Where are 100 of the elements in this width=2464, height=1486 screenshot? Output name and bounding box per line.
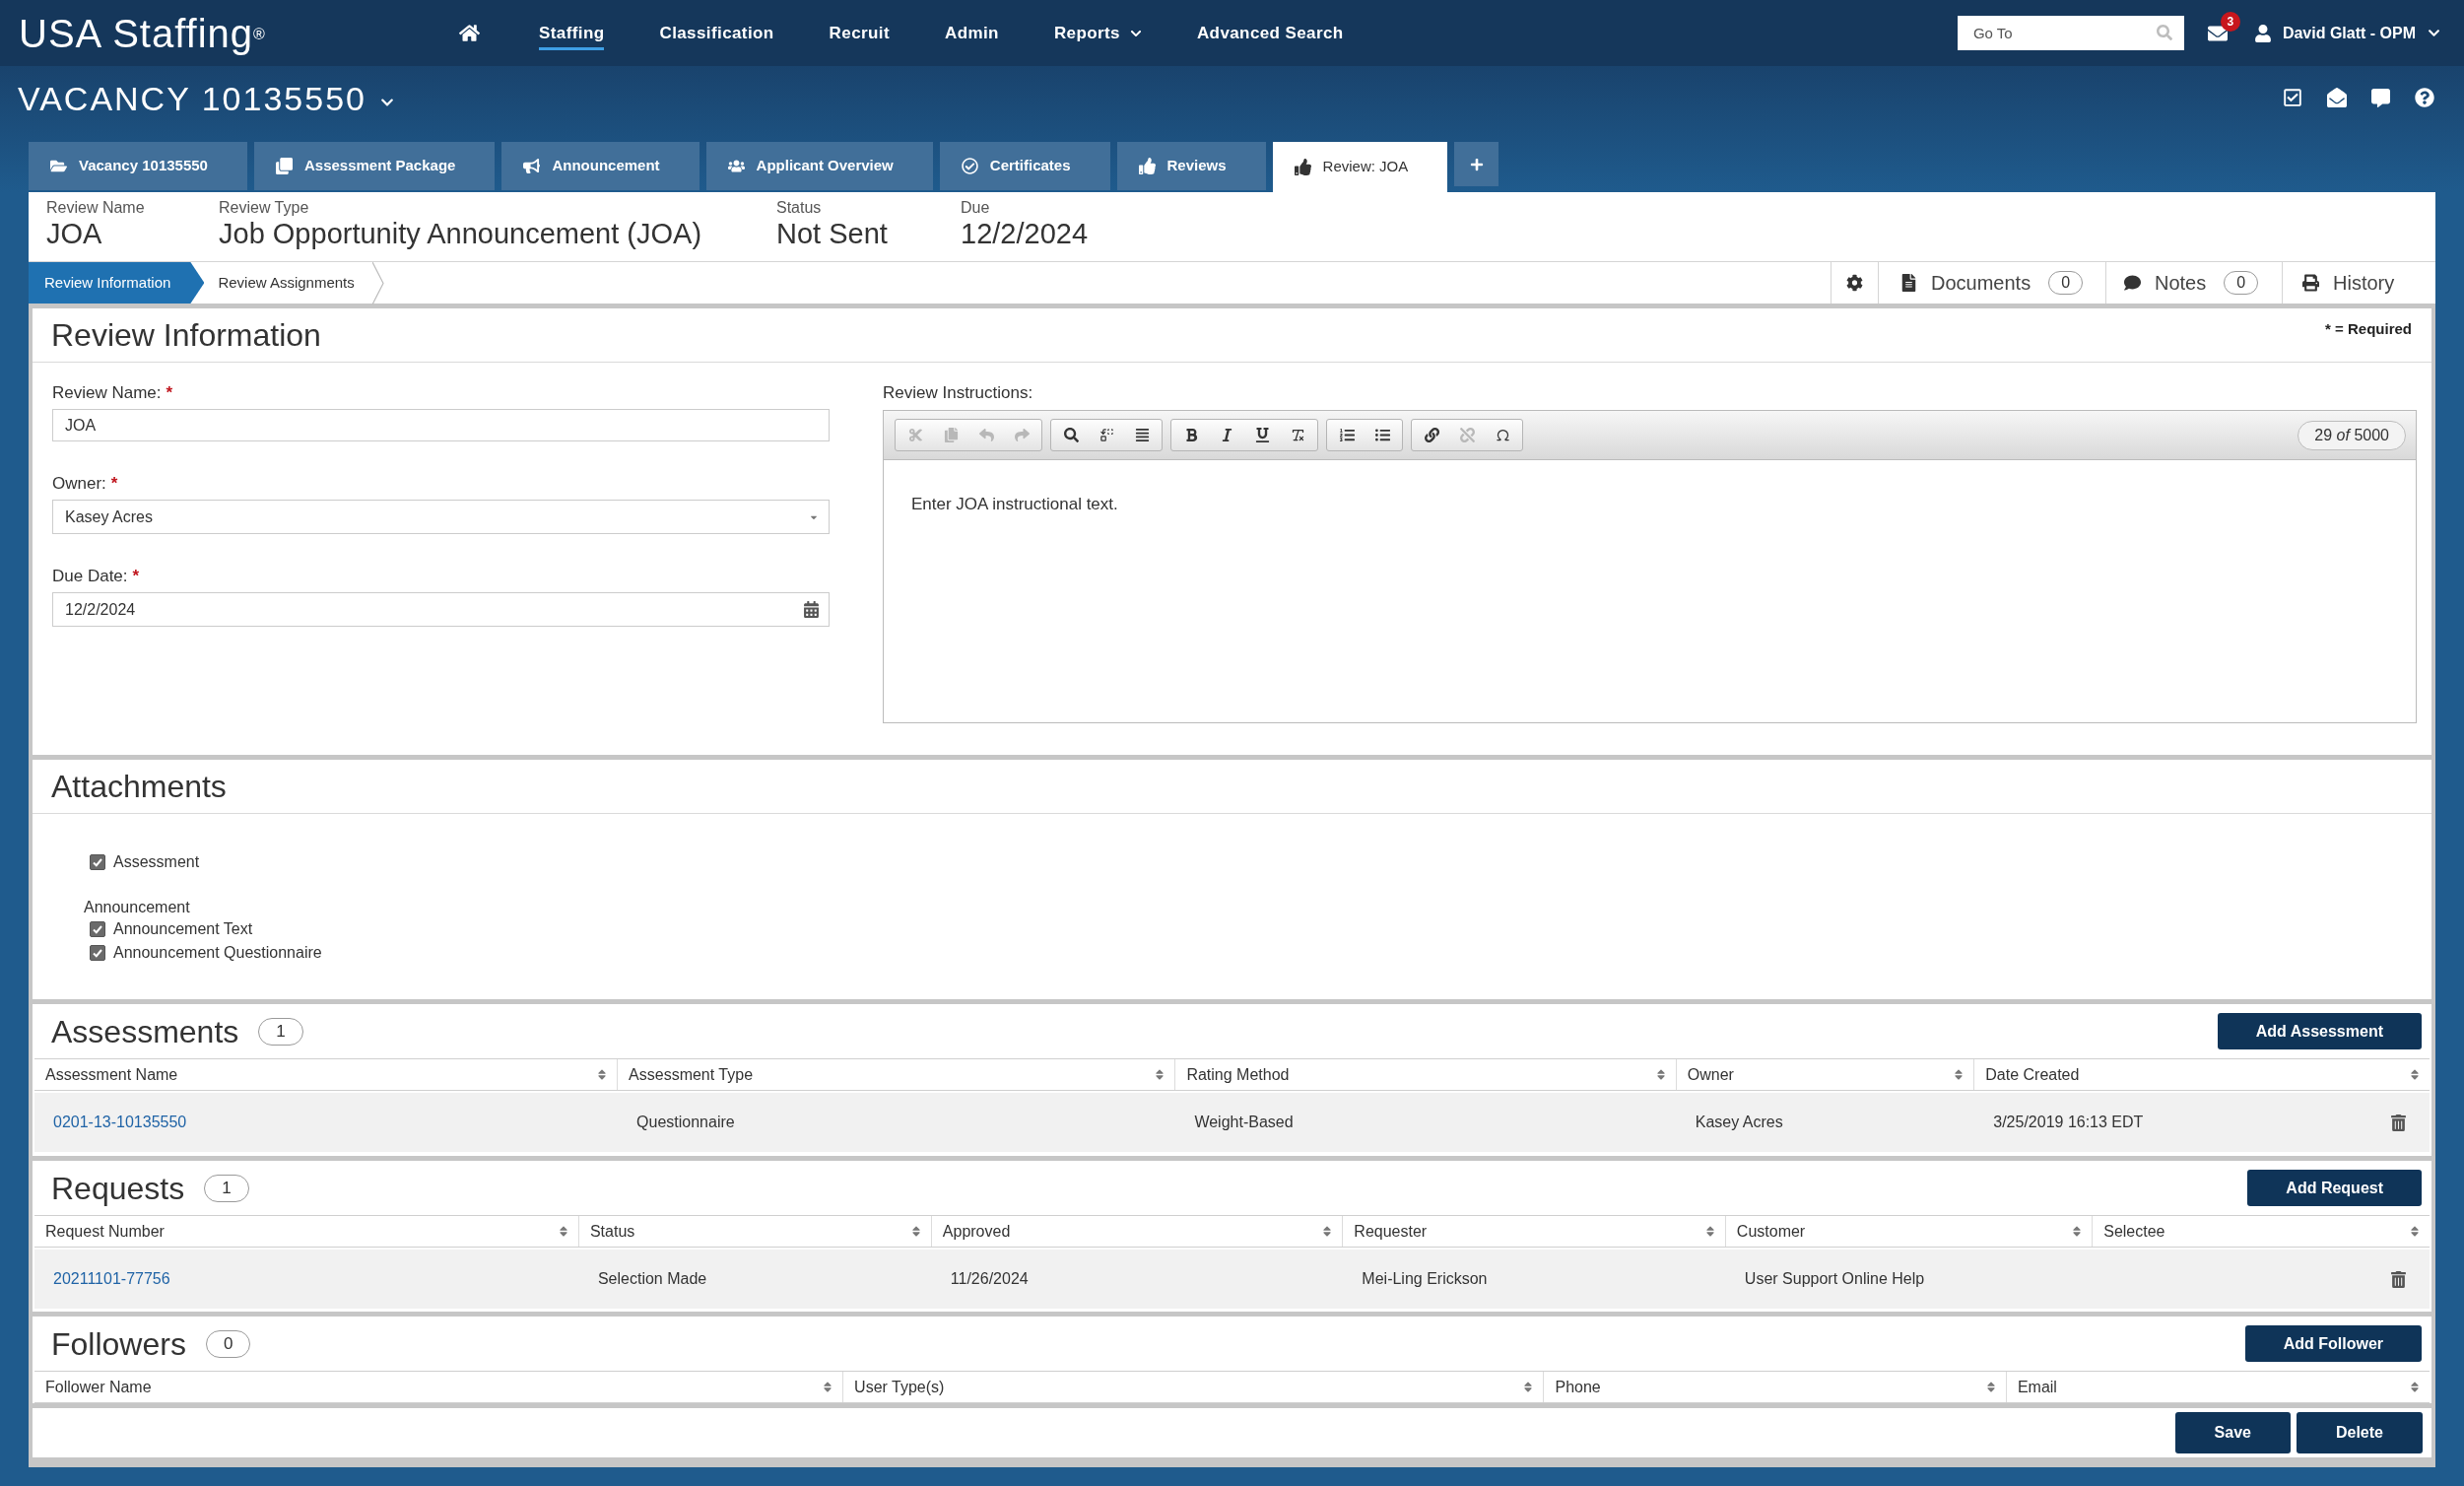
user-icon[interactable]: [2253, 24, 2272, 42]
column-header[interactable]: Owner: [1676, 1059, 1975, 1090]
sort-icon[interactable]: [2410, 1381, 2420, 1393]
header-label: Due: [961, 199, 990, 217]
table-cell-text: 3/25/2019 16:13 EDT: [1993, 1113, 2144, 1132]
action-button[interactable]: Save: [2174, 1412, 2291, 1453]
tab[interactable]: Reviews: [1116, 142, 1266, 190]
checkbox[interactable]: [90, 945, 105, 961]
column-header[interactable]: Date Created: [1974, 1059, 2430, 1090]
sort-icon[interactable]: [1322, 1225, 1333, 1238]
column-header[interactable]: Request Number: [34, 1216, 579, 1247]
column-header[interactable]: Customer: [1725, 1216, 2094, 1247]
bulleted-list-icon: [1374, 428, 1390, 442]
sort-icon[interactable]: [823, 1381, 833, 1393]
tab[interactable]: Announcement: [501, 142, 699, 190]
calendar-icon[interactable]: [804, 601, 819, 618]
nav-link[interactable]: Staffing: [539, 15, 605, 51]
open-envelope-icon[interactable]: [2327, 88, 2347, 107]
subtab[interactable]: Review Information: [29, 262, 205, 304]
nav-link[interactable]: Admin: [945, 15, 999, 51]
nav-link[interactable]: Recruit: [829, 15, 890, 51]
add-request-button[interactable]: Add Request: [2247, 1170, 2422, 1206]
sort-icon[interactable]: [1155, 1068, 1165, 1081]
field-label: Owner:: [52, 473, 106, 496]
nav-link[interactable]: Reports: [1053, 15, 1142, 51]
header-label: Review Name: [46, 199, 145, 217]
speech-bubble-icon: [2124, 274, 2141, 292]
thumbs-up-icon: [1138, 158, 1156, 174]
column-header[interactable]: Approved: [931, 1216, 1344, 1247]
chevron-icon[interactable]: [2428, 27, 2440, 39]
arrow-squares-icon: [1099, 428, 1114, 442]
sort-icon[interactable]: [910, 1225, 921, 1238]
speech-bubble-icon[interactable]: [2371, 88, 2390, 107]
tab[interactable]: Assessment Package: [253, 142, 496, 190]
add-tab-button[interactable]: [1454, 142, 1499, 186]
record-link[interactable]: 0201-13-10135550: [53, 1111, 187, 1134]
dropdown-field[interactable]: Kasey Acres: [52, 500, 830, 534]
text-lines-icon: [1134, 428, 1150, 442]
copies-icon: [275, 158, 293, 174]
thumbs-up-icon: [1294, 159, 1311, 175]
history-button[interactable]: History: [2282, 262, 2435, 304]
sort-icon[interactable]: [558, 1225, 568, 1238]
chevron-icon: [371, 262, 384, 304]
checked-box-icon[interactable]: [2283, 88, 2302, 107]
text-field[interactable]: JOA: [52, 409, 830, 441]
go-to-field[interactable]: Go To: [1957, 16, 2184, 50]
checkbox-label: Announcement Text: [113, 919, 253, 939]
sort-icon[interactable]: [1704, 1225, 1715, 1238]
table-cell-text: Selection Made: [597, 1269, 707, 1289]
trash-icon[interactable]: [2391, 1114, 2406, 1131]
help-icon[interactable]: [2415, 88, 2434, 107]
sort-icon[interactable]: [1985, 1381, 1996, 1393]
sort-icon[interactable]: [597, 1068, 608, 1081]
required-mark: *: [110, 473, 118, 496]
header-value: 12/2/2024: [961, 218, 1088, 249]
add-assessment-button[interactable]: Add Assessment: [2217, 1013, 2422, 1049]
sort-icon[interactable]: [1523, 1381, 1534, 1393]
section-title: Assessments: [51, 1015, 239, 1047]
sort-icon[interactable]: [1655, 1068, 1666, 1081]
action-button[interactable]: Delete: [2296, 1412, 2423, 1453]
section-title: Requests: [51, 1172, 185, 1204]
sort-icon[interactable]: [2410, 1225, 2420, 1238]
tab[interactable]: Certificates: [939, 142, 1110, 190]
user-name[interactable]: David Glatt - OPM: [2282, 21, 2416, 45]
field-label: Review Instructions:: [883, 382, 1033, 405]
underline-icon: [1254, 428, 1270, 442]
column-header[interactable]: Phone: [1544, 1372, 2007, 1402]
documents-button[interactable]: Documents 0: [1878, 262, 2105, 304]
required-mark: *: [132, 566, 140, 588]
sort-icon[interactable]: [1954, 1068, 1965, 1081]
column-header[interactable]: User Type(s): [843, 1372, 1545, 1402]
column-header[interactable]: Selectee: [2093, 1216, 2430, 1247]
checkbox[interactable]: [90, 921, 105, 937]
sort-icon[interactable]: [2072, 1225, 2083, 1238]
scissors-icon: [907, 428, 923, 442]
add-follower-button[interactable]: Add Follower: [2244, 1325, 2422, 1362]
tab[interactable]: Applicant Overview: [705, 142, 933, 190]
table-cell-text: 11/26/2024: [950, 1269, 1029, 1289]
home-icon[interactable]: [459, 23, 480, 43]
record-link[interactable]: 20211101-77756: [53, 1267, 170, 1291]
column-header[interactable]: Assessment Name: [34, 1059, 619, 1090]
column-header[interactable]: Status: [578, 1216, 932, 1247]
tab[interactable]: Review: JOA: [1272, 142, 1448, 192]
date-field[interactable]: 12/2/2024: [52, 592, 830, 627]
column-header[interactable]: Assessment Type: [618, 1059, 1176, 1090]
column-header[interactable]: Follower Name: [34, 1372, 844, 1402]
logo[interactable]: USA Staffing$^{®}$: [19, 13, 266, 53]
document-icon: [1900, 274, 1917, 292]
column-header[interactable]: Rating Method: [1175, 1059, 1677, 1090]
tab[interactable]: Vacancy 10135550: [29, 142, 247, 190]
plus-icon: [1469, 157, 1484, 171]
people-icon: [727, 158, 745, 174]
column-header[interactable]: Requester: [1343, 1216, 1726, 1247]
column-header[interactable]: Email: [2006, 1372, 2430, 1402]
trash-icon[interactable]: [2391, 1270, 2406, 1288]
nav-link[interactable]: Advanced Search: [1196, 15, 1344, 51]
notes-button[interactable]: Notes 0: [2105, 262, 2282, 304]
nav-link[interactable]: Classification: [659, 15, 774, 51]
checkbox[interactable]: [90, 854, 105, 870]
sort-icon[interactable]: [2410, 1068, 2420, 1081]
